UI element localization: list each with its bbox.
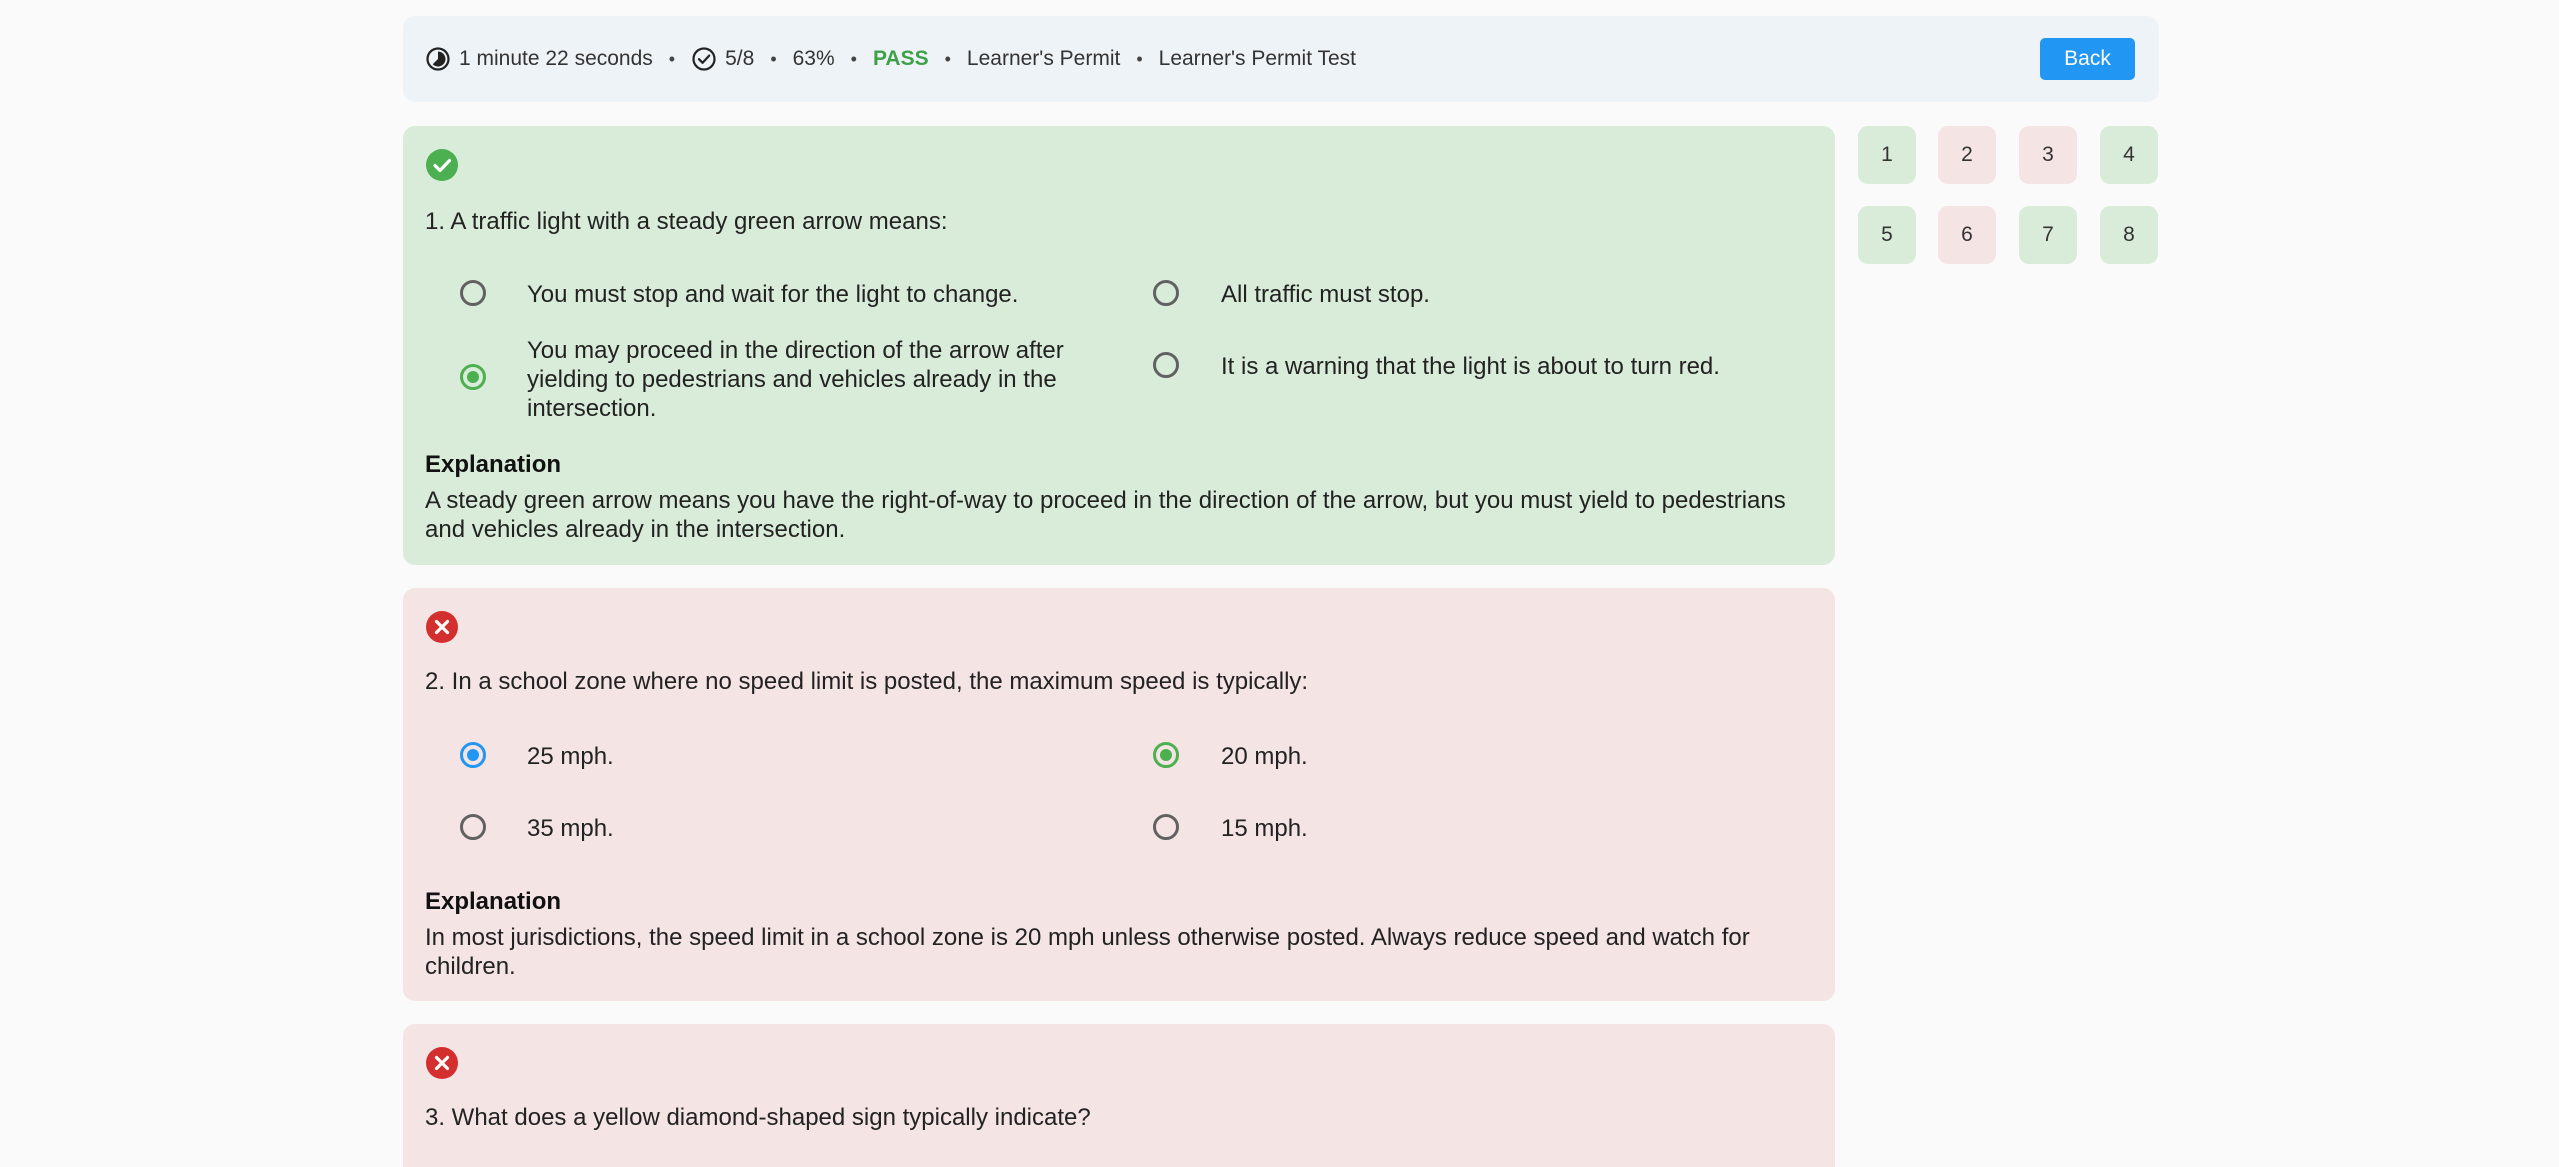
option-label: 35 mph. (527, 815, 614, 842)
separator: • (668, 48, 676, 69)
question-text: 1. A traffic light with a steady green a… (425, 208, 948, 235)
timer-icon (426, 47, 450, 71)
test-name: Learner's Permit Test (1158, 47, 1357, 70)
radio-button-selected[interactable] (460, 742, 486, 768)
question-nav-1[interactable]: 1 (1858, 126, 1916, 184)
results-summary-bar: 1 minute 22 seconds • 5/8 • 63% • PASS •… (403, 16, 2159, 102)
radio-button[interactable] (1153, 814, 1179, 840)
option-label: You may proceed in the direction of the … (527, 337, 1064, 422)
radio-button[interactable] (460, 280, 486, 306)
option-label: All traffic must stop. (1221, 281, 1430, 308)
time-taken-text: 1 minute 22 seconds (459, 47, 653, 70)
separator: • (850, 48, 857, 69)
check-circle-filled-icon (426, 149, 458, 181)
question-nav-2[interactable]: 2 (1938, 126, 1996, 184)
radio-button-correct[interactable] (1153, 742, 1179, 768)
check-circle-icon (692, 47, 716, 71)
test-category: Learner's Permit (966, 47, 1121, 70)
result-badge: PASS (872, 47, 929, 70)
question-nav-5[interactable]: 5 (1858, 206, 1916, 264)
question-text: 2. In a school zone where no speed limit… (425, 668, 1309, 695)
score-percent: 63% (792, 47, 835, 70)
option-label: 15 mph. (1221, 815, 1308, 842)
question-card-2: 2. In a school zone where no speed limit… (403, 588, 1835, 1001)
radio-button[interactable] (1153, 352, 1179, 378)
question-nav-8[interactable]: 8 (2100, 206, 2158, 264)
separator: • (1136, 48, 1143, 69)
score-text: 5/8 (725, 47, 755, 70)
radio-button[interactable] (460, 814, 486, 840)
question-nav-3[interactable]: 3 (2019, 126, 2077, 184)
option-label: You must stop and wait for the light to … (527, 281, 1019, 308)
option-label: 20 mph. (1221, 743, 1308, 770)
option-label: It is a warning that the light is about … (1221, 353, 1720, 380)
x-circle-filled-icon (426, 1047, 458, 1079)
question-nav-7[interactable]: 7 (2019, 206, 2077, 264)
radio-button-correct[interactable] (460, 364, 486, 390)
radio-button[interactable] (1153, 280, 1179, 306)
question-nav-6[interactable]: 6 (1938, 206, 1996, 264)
question-text: 3. What does a yellow diamond-shaped sig… (425, 1104, 1091, 1131)
x-circle-filled-icon (426, 611, 458, 643)
question-card-1: 1. A traffic light with a steady green a… (403, 126, 1835, 565)
separator: • (944, 48, 951, 69)
explanation-text: A steady green arrow means you have the … (425, 487, 1786, 543)
back-button[interactable]: Back (2040, 38, 2135, 80)
option-label: 25 mph. (527, 743, 614, 770)
explanation-text: In most jurisdictions, the speed limit i… (425, 924, 1750, 980)
results-page: 1 minute 22 seconds • 5/8 • 63% • PASS •… (0, 0, 2559, 1167)
explanation-title: Explanation (425, 888, 562, 915)
question-card-3: 3. What does a yellow diamond-shaped sig… (403, 1024, 1835, 1167)
explanation-title: Explanation (425, 451, 562, 478)
question-nav-4[interactable]: 4 (2100, 126, 2158, 184)
separator: • (770, 48, 777, 69)
score: 5/8 (691, 46, 754, 72)
time-taken: 1 minute 22 seconds (425, 46, 653, 72)
